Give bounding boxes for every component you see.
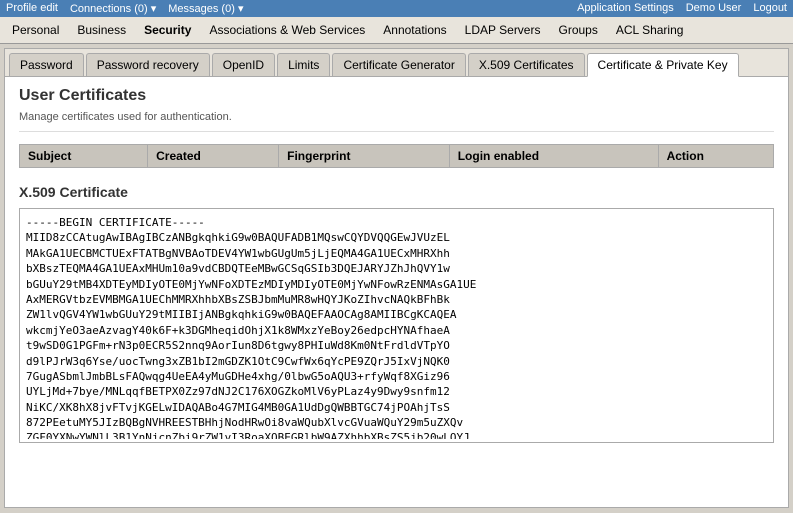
top-bar-left: Profile edit Connections (0) ▾ Messages …: [6, 2, 243, 15]
nav-bar: Personal Business Security Associations …: [0, 17, 793, 44]
page-subtitle: Manage certificates used for authenticat…: [19, 111, 774, 132]
nav-annotations[interactable]: Annotations: [379, 21, 450, 39]
nav-ldap[interactable]: LDAP Servers: [461, 21, 545, 39]
nav-personal[interactable]: Personal: [8, 21, 63, 39]
tab-password[interactable]: Password: [9, 53, 84, 76]
tab-x509[interactable]: X.509 Certificates: [468, 53, 585, 76]
tab-cert-private-key[interactable]: Certificate & Private Key: [587, 53, 739, 77]
nav-acl[interactable]: ACL Sharing: [612, 21, 688, 39]
col-login-enabled: Login enabled: [449, 145, 658, 168]
x509-title: X.509 Certificate: [19, 184, 774, 200]
x509-textarea-wrapper: [19, 208, 774, 443]
page-content: User Certificates Manage certificates us…: [5, 77, 788, 453]
page-title: User Certificates: [19, 87, 774, 105]
nav-groups[interactable]: Groups: [554, 21, 601, 39]
profile-edit-link[interactable]: Profile edit: [6, 2, 58, 15]
messages-link[interactable]: Messages (0) ▾: [168, 2, 243, 15]
col-subject: Subject: [20, 145, 148, 168]
tab-bar: Password Password recovery OpenID Limits…: [5, 49, 788, 77]
application-settings-link[interactable]: Application Settings: [577, 2, 674, 15]
logout-link[interactable]: Logout: [753, 2, 787, 15]
demo-user-label: Demo User: [686, 2, 742, 15]
x509-section: X.509 Certificate: [19, 184, 774, 443]
tab-password-recovery[interactable]: Password recovery: [86, 53, 210, 76]
cert-table: Subject Created Fingerprint Login enable…: [19, 144, 774, 168]
col-fingerprint: Fingerprint: [279, 145, 450, 168]
nav-security[interactable]: Security: [140, 21, 195, 39]
connections-link[interactable]: Connections (0) ▾: [70, 2, 156, 15]
main-content: Password Password recovery OpenID Limits…: [4, 48, 789, 508]
nav-associations[interactable]: Associations & Web Services: [205, 21, 369, 39]
nav-business[interactable]: Business: [73, 21, 130, 39]
x509-textarea[interactable]: [20, 209, 773, 439]
top-bar-right: Application Settings Demo User Logout: [577, 2, 787, 15]
tab-limits[interactable]: Limits: [277, 53, 330, 76]
tab-openid[interactable]: OpenID: [212, 53, 275, 76]
tab-cert-generator[interactable]: Certificate Generator: [332, 53, 465, 76]
col-action: Action: [658, 145, 773, 168]
top-bar: Profile edit Connections (0) ▾ Messages …: [0, 0, 793, 17]
col-created: Created: [148, 145, 279, 168]
